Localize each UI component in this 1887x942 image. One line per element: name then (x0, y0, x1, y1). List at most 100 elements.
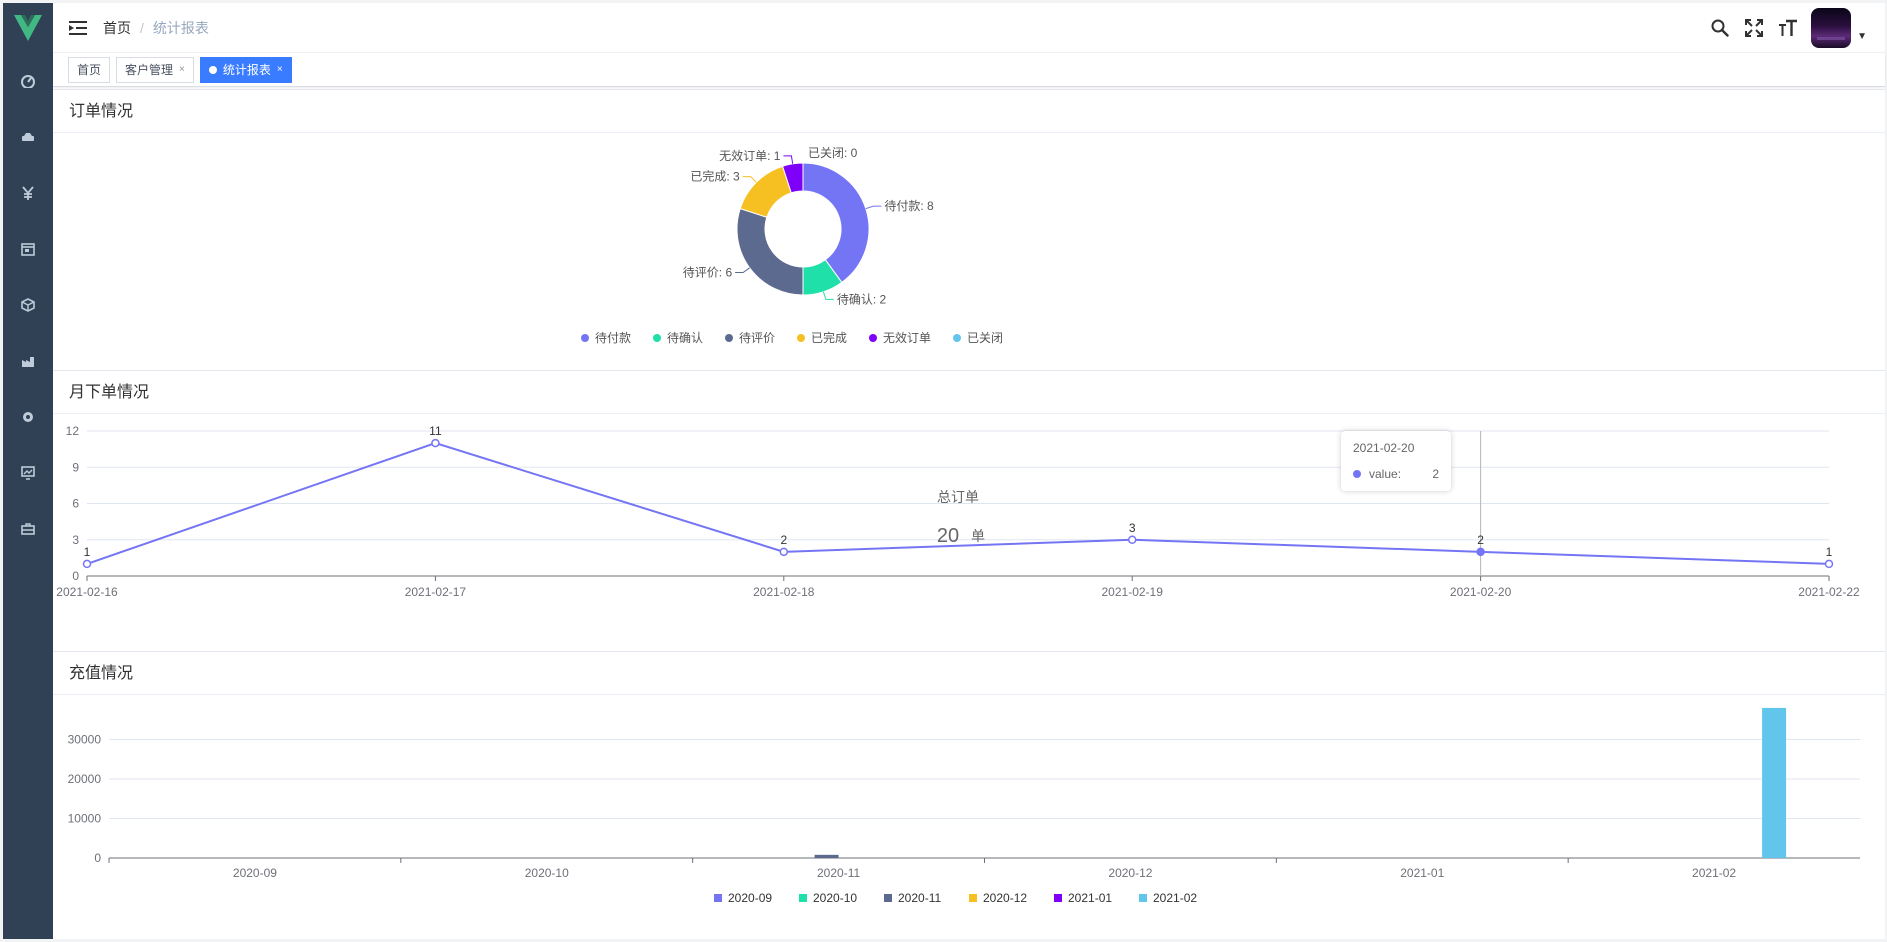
tags-view: 首页 客户管理 × 统计报表 × (53, 53, 1885, 87)
car-icon (22, 133, 34, 141)
line-ytick-4: 12 (66, 424, 80, 438)
vue-logo[interactable] (3, 3, 53, 53)
font-size-button[interactable] (1771, 3, 1805, 53)
pie-legend-label-4[interactable]: 无效订单 (883, 330, 931, 345)
monthly-card: 月下单情况 0 3 6 9 12 2021-02-16 2021-02-17 2021-02-… (53, 370, 1885, 651)
bar-legend-label-5[interactable]: 2021-02 (1153, 891, 1197, 905)
hamburger-button[interactable] (53, 3, 103, 53)
tag-1[interactable]: 客户管理 × (116, 56, 194, 83)
tooltip-value: 2 (1432, 467, 1439, 481)
pie-slice-2[interactable] (736, 207, 804, 296)
tag-active-dot (208, 65, 217, 74)
pie-label-line-0 (865, 205, 882, 210)
line-ytick-2: 6 (72, 497, 79, 511)
sidebar-item-9[interactable] (3, 501, 53, 557)
pie-slice-3[interactable] (739, 165, 792, 218)
line-point-0[interactable] (82, 559, 92, 569)
sidebar-item-6[interactable] (3, 333, 53, 389)
line-point-3[interactable] (1127, 535, 1137, 544)
recharge-card: 充值情况 0 10000 20000 30000 2020-09 2020-10 2020-… (53, 651, 1885, 933)
tooltip-date: 2021-02-20 (1353, 441, 1415, 455)
fullscreen-button[interactable] (1737, 3, 1771, 53)
line-xtick-5: 2021-02-22 (1798, 585, 1860, 599)
bar-xtick-2: 2020-11 (817, 866, 860, 880)
tooltip-dot (1353, 470, 1361, 478)
pie-legend-marker-4 (869, 334, 877, 342)
total-orders-value: 20 (937, 525, 959, 547)
sidebar-item-4[interactable] (3, 221, 53, 277)
pie-legend-label-0[interactable]: 待付款 (595, 331, 631, 345)
bar-xtick-5: 2021-02 (1692, 866, 1736, 880)
bar-legend-label-0[interactable]: 2020-09 (728, 891, 772, 905)
menu-fold-icon (69, 20, 87, 35)
yen-icon (22, 186, 34, 200)
sidebar-item-3[interactable] (3, 165, 53, 221)
bar-xtick-0: 2020-09 (233, 866, 277, 880)
line-xtick-3: 2021-02-19 (1102, 585, 1164, 599)
text-size-icon (1779, 19, 1798, 36)
bar-5-5[interactable] (1762, 707, 1787, 858)
pie-legend-marker-1 (653, 334, 661, 342)
pie-label-3: 已完成: 3 (690, 169, 740, 184)
factory-chart-icon (22, 357, 34, 367)
pie-label-4: 无效订单: 1 (719, 148, 781, 163)
avatar[interactable] (1811, 8, 1852, 48)
caret-down-icon[interactable]: ▼ (1857, 31, 1867, 42)
bar-legend-marker-0 (714, 894, 722, 902)
pie-legend-label-5[interactable]: 已关闭 (967, 331, 1003, 345)
sidebar-item-7[interactable] (3, 389, 53, 445)
briefcase-icon (21, 523, 35, 535)
sidebar-item-8[interactable] (3, 445, 53, 501)
tag-0[interactable]: 首页 (68, 56, 111, 83)
sidebar-item-2[interactable] (3, 109, 53, 165)
line-point-4[interactable] (1476, 547, 1485, 557)
bar-ytick-3: 30000 (68, 733, 102, 747)
breadcrumb: 首页 / 统计报表 (103, 18, 209, 38)
tag-close-icon[interactable]: × (277, 58, 283, 82)
sidebar (3, 3, 53, 939)
sidebar-item-5[interactable] (3, 277, 53, 333)
navbar: 首页 / 统计报表 ▼ (53, 3, 1885, 53)
line-xtick-0: 2021-02-16 (56, 585, 118, 599)
bar-legend-marker-2 (884, 894, 892, 902)
total-orders-unit: 单 (971, 528, 985, 544)
bar-legend-marker-3 (969, 894, 977, 902)
fullscreen-icon (1745, 19, 1764, 37)
bar-legend-label-1[interactable]: 2020-10 (813, 891, 857, 905)
tag-label: 首页 (77, 62, 102, 77)
line-data-label-3: 3 (1129, 521, 1136, 535)
dashboard-icon (21, 75, 35, 88)
search-button[interactable] (1703, 3, 1737, 53)
sidebar-item-1[interactable] (3, 53, 53, 109)
tag-close-icon[interactable]: × (179, 58, 185, 82)
right-menu: ▼ (1703, 3, 1867, 53)
pie-legend-label-1[interactable]: 待确认 (667, 331, 703, 345)
breadcrumb-home[interactable]: 首页 (103, 18, 131, 38)
recharge-card-title: 充值情况 (53, 652, 1885, 695)
orders-card: 订单情况 待付款: 8 待确认: 2 待评价: 6 已完成: 3 无效订单: 1 已关闭:… (53, 89, 1885, 370)
bar-legend-label-4[interactable]: 2021-01 (1068, 891, 1112, 905)
line-point-5[interactable] (1824, 559, 1834, 569)
bar-legend-label-2[interactable]: 2020-11 (898, 891, 941, 905)
pie-legend-marker-2 (725, 334, 733, 342)
pie-legend-label-3[interactable]: 已完成 (811, 330, 847, 345)
line-data-label-0: 1 (84, 545, 91, 559)
orders-card-title: 订单情况 (53, 90, 1885, 133)
breadcrumb-separator: / (140, 19, 144, 36)
breadcrumb-current: 统计报表 (152, 19, 209, 36)
bar-2-2[interactable] (814, 854, 839, 858)
bar-xtick-3: 2020-12 (1108, 866, 1152, 880)
line-ytick-0: 0 (72, 569, 79, 583)
gear-icon (23, 412, 33, 422)
bar-legend-marker-1 (799, 894, 807, 902)
pie-legend-marker-0 (581, 334, 589, 342)
pie-slice-0[interactable] (802, 162, 870, 284)
pie-legend-label-2[interactable]: 待评价 (739, 331, 775, 345)
line-point-2[interactable] (779, 547, 789, 557)
bar-legend-label-3[interactable]: 2020-12 (983, 891, 1027, 905)
bar-ytick-1: 10000 (68, 812, 102, 826)
tag-2[interactable]: 统计报表 × (199, 56, 292, 83)
line-point-1[interactable] (431, 438, 440, 448)
monitor-chart-icon (21, 466, 35, 480)
pie-label-line-2 (735, 267, 750, 273)
